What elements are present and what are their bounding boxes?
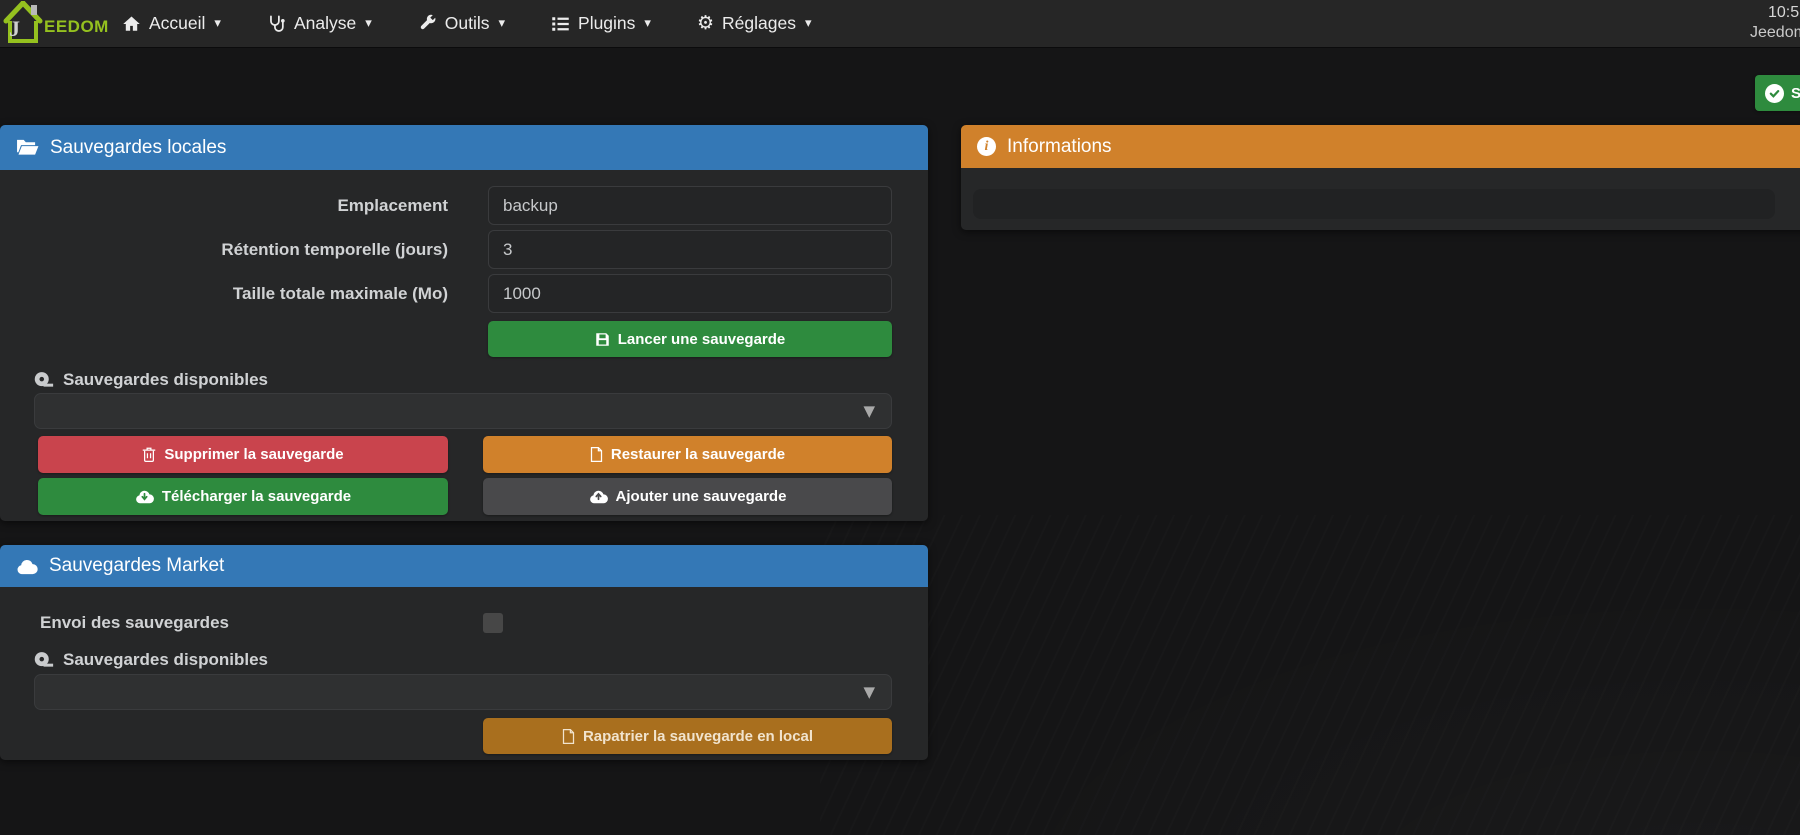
logo-brand-text: EEDOM: [44, 17, 109, 36]
market-available-label-row: Sauvegardes disponibles: [33, 649, 928, 671]
info-icon: i: [977, 137, 996, 156]
tape-icon: [33, 370, 54, 390]
market-backups-select[interactable]: ▼: [34, 674, 892, 710]
trash-icon: [142, 447, 156, 462]
home-icon: [122, 15, 141, 33]
panel-title: Informations: [1007, 135, 1112, 157]
delete-backup-button[interactable]: Supprimer la sauvegarde: [38, 436, 448, 473]
jeedom-version-text: Jeedom: [1750, 24, 1800, 41]
send-backups-row: Envoi des sauvegardes: [40, 613, 928, 633]
cloud-download-icon: [135, 489, 154, 504]
download-backup-label: Télécharger la sauvegarde: [161, 488, 352, 505]
local-backups-panel: Sauvegardes locales Emplacement Rétentio…: [0, 125, 928, 521]
nav-item-label: Outils: [444, 13, 490, 33]
chevron-down-icon: ▾: [644, 16, 651, 31]
emplacement-input[interactable]: [488, 186, 892, 225]
check-circle-icon: [1765, 83, 1784, 103]
nav-item-label: Accueil: [149, 13, 206, 33]
form-row-retention: Rétention temporelle (jours): [0, 230, 928, 269]
file-icon: [590, 447, 603, 462]
send-backups-checkbox[interactable]: [483, 613, 503, 633]
form-row-taille: Taille totale maximale (Mo): [0, 274, 928, 313]
cloud-icon: [16, 558, 38, 575]
retention-label: Rétention temporelle (jours): [221, 239, 448, 259]
navbar-status: 10:5 Jeedom: [1744, 0, 1800, 47]
repatriate-backup-label: Rapatrier la sauvegarde en local: [582, 727, 814, 745]
stethoscope-icon: [267, 14, 286, 33]
restore-backup-label: Restaurer la sauvegarde: [610, 446, 786, 463]
launch-backup-label: Lancer une sauvegarde: [617, 330, 786, 348]
taille-input[interactable]: [488, 274, 892, 313]
chevron-down-icon: ▾: [804, 16, 812, 31]
taille-label: Taille totale maximale (Mo): [232, 283, 448, 303]
chevron-down-icon: ▾: [214, 16, 221, 31]
informations-content: [973, 189, 1775, 219]
delete-backup-label: Supprimer la sauvegarde: [164, 446, 344, 463]
backup-actions: Supprimer la sauvegarde Restaurer la sau…: [38, 436, 892, 515]
background-texture: [820, 515, 1800, 835]
local-backups-body: Emplacement Rétention temporelle (jours)…: [0, 170, 928, 521]
caret-down-icon: ▼: [863, 402, 875, 420]
send-backups-label: Envoi des sauvegardes: [40, 613, 229, 632]
local-backups-header: Sauvegardes locales: [0, 125, 928, 170]
form-row-emplacement: Emplacement: [0, 186, 928, 225]
restore-backup-button[interactable]: Restaurer la sauvegarde: [483, 436, 892, 473]
file-icon: [562, 728, 575, 744]
logo-letter: J: [9, 16, 20, 41]
market-backups-body: Envoi des sauvegardes Sauvegardes dispon…: [0, 587, 928, 760]
informations-header: i Informations: [961, 125, 1800, 168]
nav-item-analyse[interactable]: Analyse ▾: [267, 13, 372, 34]
informations-panel: i Informations: [961, 125, 1800, 230]
nav-item-reglages[interactable]: ⚙ Réglages ▾: [697, 13, 812, 34]
gear-icon: ⚙: [696, 12, 714, 34]
folder-open-icon: [16, 138, 39, 157]
retention-input[interactable]: [488, 230, 892, 269]
nav-item-outils[interactable]: Outils ▾: [418, 13, 505, 34]
chevron-down-icon: ▾: [498, 16, 506, 31]
available-backups-label: Sauvegardes disponibles: [63, 370, 269, 389]
panel-title: Sauvegardes locales: [50, 136, 227, 158]
chevron-down-icon: ▾: [365, 16, 372, 31]
nav-menu: Accueil ▾ Analyse ▾ Outils ▾ Plugins ▾ ⚙…: [122, 13, 811, 34]
download-backup-button[interactable]: Télécharger la sauvegarde: [38, 478, 448, 515]
market-backups-header: Sauvegardes Market: [0, 545, 928, 587]
repatriate-backup-button[interactable]: Rapatrier la sauvegarde en local: [483, 718, 892, 754]
market-backups-panel: Sauvegardes Market Envoi des sauvegardes…: [0, 545, 928, 760]
caret-down-icon: ▼: [863, 683, 875, 701]
nav-item-label: Réglages: [722, 13, 796, 33]
nav-item-label: Plugins: [578, 13, 636, 33]
informations-body: [961, 168, 1800, 230]
emplacement-label: Emplacement: [337, 195, 448, 215]
nav-item-plugins[interactable]: Plugins ▾: [551, 13, 651, 34]
jeedom-logo[interactable]: J EEDOM: [0, 0, 108, 47]
add-backup-button[interactable]: Ajouter une sauvegarde: [483, 478, 892, 515]
save-icon: [595, 332, 610, 347]
nav-item-label: Analyse: [293, 13, 357, 33]
local-backups-select[interactable]: ▼: [34, 393, 892, 429]
clock-text: 10:5: [1768, 4, 1800, 21]
add-backup-label: Ajouter une sauvegarde: [615, 488, 787, 505]
top-navbar: J EEDOM Accueil ▾ Analyse ▾ Outils ▾ Plu…: [0, 0, 1800, 47]
nav-item-accueil[interactable]: Accueil ▾: [122, 13, 221, 34]
panel-title: Sauvegardes Market: [49, 555, 225, 576]
wrench-icon: [418, 14, 437, 33]
cloud-upload-icon: [589, 489, 608, 504]
launch-backup-button[interactable]: Lancer une sauvegarde: [488, 321, 892, 357]
save-button[interactable]: Sauvegarder: [1755, 75, 1800, 111]
save-button-label: Sauvegarder: [1791, 84, 1800, 102]
tape-icon: [33, 650, 54, 670]
list-icon: [551, 15, 570, 33]
available-backups-label-row: Sauvegardes disponibles: [33, 369, 928, 391]
market-available-label: Sauvegardes disponibles: [63, 650, 269, 669]
